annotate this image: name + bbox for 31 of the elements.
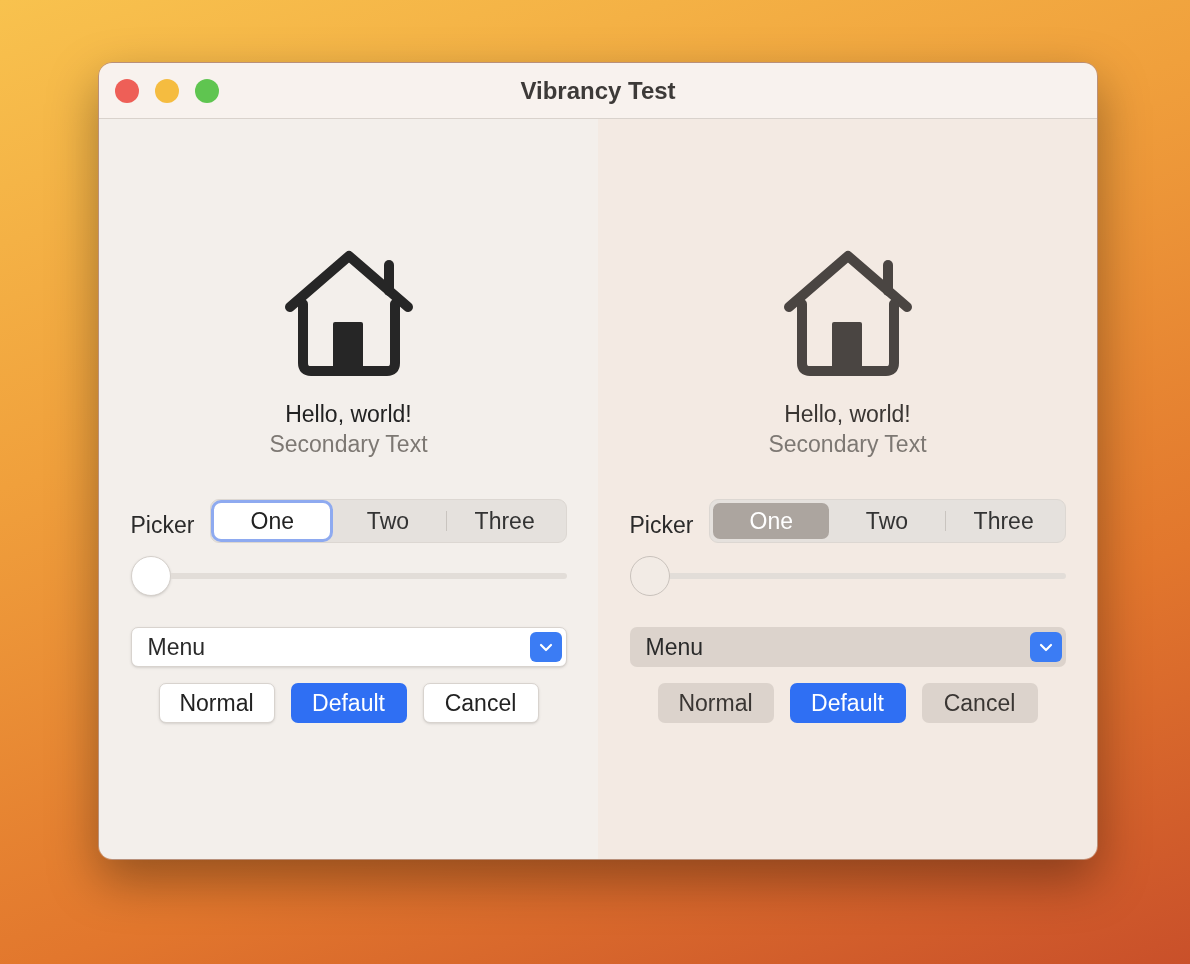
push-button[interactable]: Cancel [921,683,1038,723]
push-button[interactable]: Normal [657,683,774,723]
zoom-button[interactable] [195,78,219,103]
menu-value: Menu [147,632,206,662]
house-icon [283,249,414,379]
push-button[interactable]: Cancel [422,683,539,723]
slider-thumb[interactable] [629,556,670,596]
minimize-button[interactable] [155,78,179,103]
slider-thumb[interactable] [130,556,171,596]
secondary-text: Secondary Text [269,430,428,459]
picker-label: Picker [629,510,694,540]
house-icon [782,249,913,379]
close-button[interactable] [115,78,139,103]
menu-popup[interactable]: Menu [130,627,567,667]
window-title: Vibrancy Test [520,75,676,106]
segment-tab[interactable]: Three [945,503,1062,539]
chevron-down-icon [1029,632,1062,662]
segment-tab[interactable]: Two [330,503,446,539]
menu-value: Menu [645,632,704,662]
push-button[interactable]: Normal [158,683,275,723]
greeting-text: Hello, world! [784,400,911,429]
greeting-text: Hello, world! [285,400,412,429]
secondary-text: Secondary Text [768,430,927,459]
push-button[interactable]: Default [789,683,906,723]
chevron-down-icon [529,632,562,662]
segment-tab[interactable]: Two [829,503,945,539]
picker-label: Picker [130,510,195,540]
push-button[interactable]: Default [290,683,407,723]
menu-popup[interactable]: Menu [629,627,1066,667]
segment-tab[interactable]: One [214,503,331,539]
segment-tab[interactable]: Three [446,503,563,539]
